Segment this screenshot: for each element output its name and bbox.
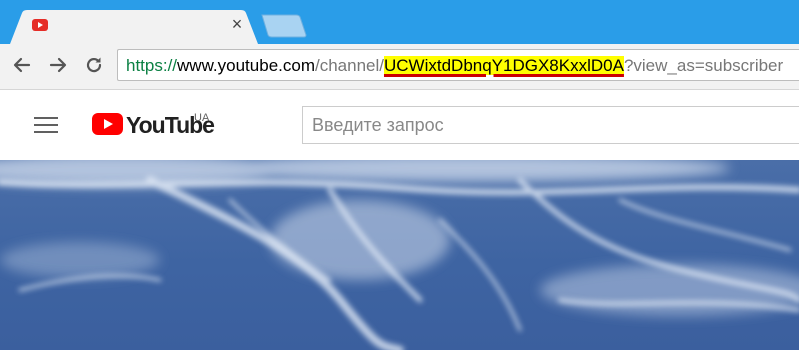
url-path-prefix: /channel/ [314, 56, 384, 75]
new-tab-button[interactable] [260, 13, 308, 39]
url-host: www.youtube.com [177, 56, 315, 75]
address-bar[interactable]: https://www.youtube.com/channel/UCWixtdD… [117, 49, 799, 81]
browser-tab[interactable]: × [10, 10, 258, 44]
back-arrow-icon[interactable] [9, 52, 35, 78]
highlighted-channel-id: UCWixtdDbnqY1DGX8KxxlD0A [383, 56, 624, 75]
tab-strip: × [0, 0, 799, 44]
url-text: https://www.youtube.com/channel/UCWixtdD… [126, 56, 783, 76]
browser-toolbar: https://www.youtube.com/channel/UCWixtdD… [0, 44, 799, 90]
youtube-favicon-icon [32, 19, 48, 31]
reload-icon[interactable] [81, 52, 107, 78]
search-input[interactable] [303, 107, 799, 143]
region-code: UA [194, 112, 210, 124]
close-icon[interactable]: × [229, 15, 245, 33]
url-path-suffix: ?view_as=subscriber [623, 56, 784, 75]
menu-icon[interactable] [34, 117, 58, 135]
youtube-play-icon [92, 113, 123, 135]
channel-banner-image [0, 160, 799, 350]
url-scheme: https:// [126, 56, 178, 75]
search-box[interactable] [302, 106, 799, 144]
cloud-streaks [0, 160, 799, 350]
forward-arrow-icon[interactable] [45, 52, 71, 78]
youtube-header: YouTube UA [0, 90, 799, 160]
